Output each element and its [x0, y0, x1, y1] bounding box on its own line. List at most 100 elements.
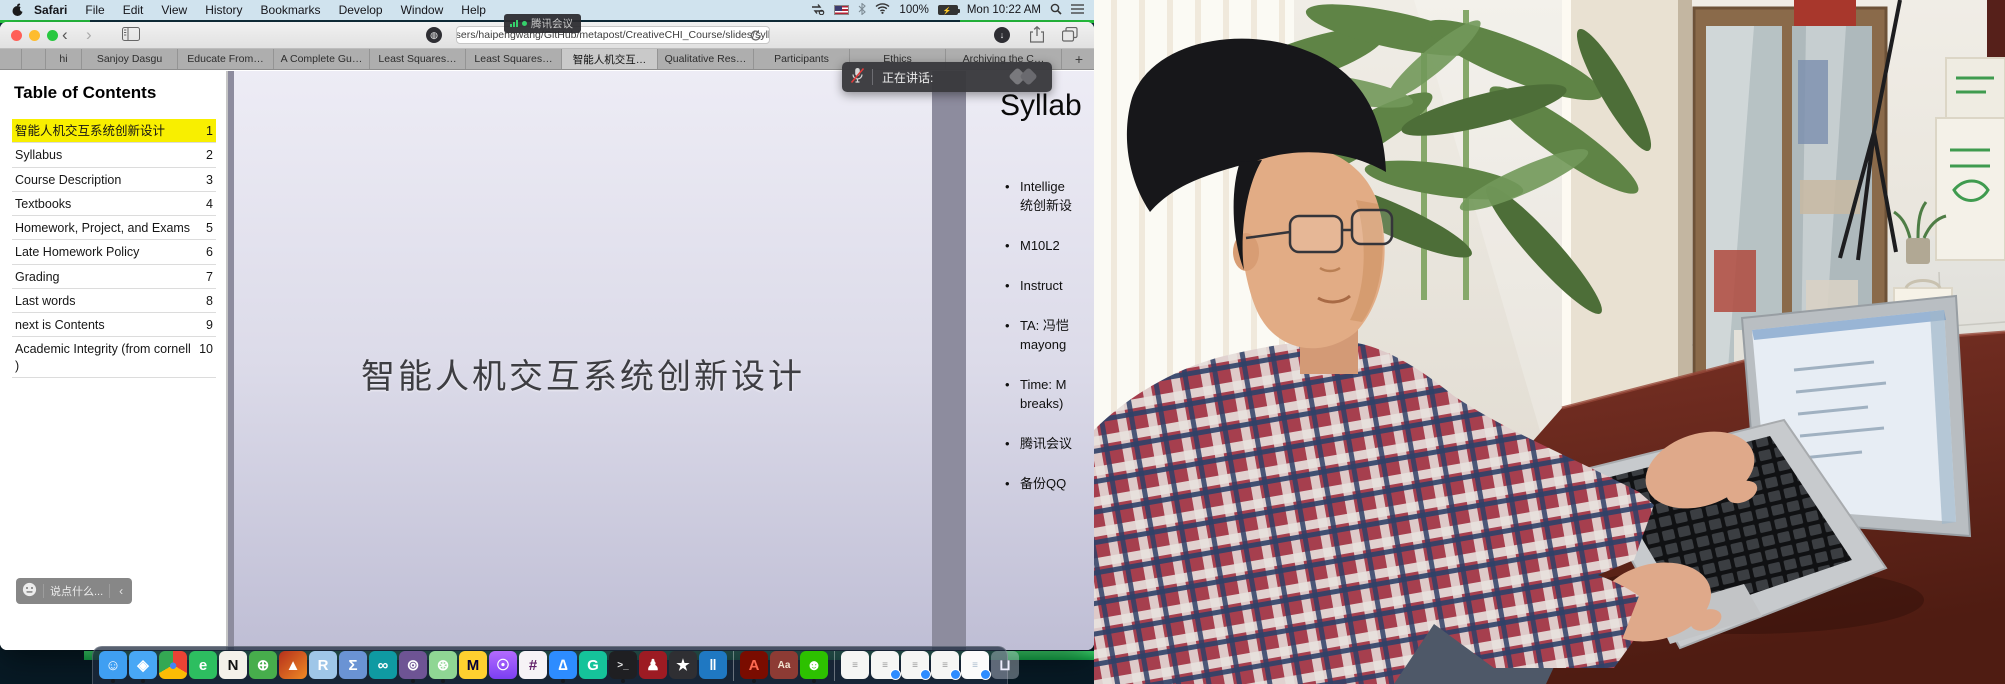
- dock-doc-thumb-1-icon[interactable]: ≡: [841, 651, 869, 679]
- microphone-muted-icon[interactable]: [850, 67, 865, 87]
- browser-tab-3[interactable]: Sanjoy Dasgu: [82, 49, 178, 69]
- meeting-floating-bar[interactable]: 腾讯会议: [504, 14, 581, 33]
- toc-item-9[interactable]: next is Contents9: [12, 313, 216, 337]
- shared-desktop: SafariFileEditViewHistoryBookmarksDevelo…: [0, 0, 1094, 684]
- browser-tab-6[interactable]: Least Squares…: [370, 49, 466, 69]
- new-tab-button[interactable]: +: [1064, 49, 1094, 69]
- toc-item-1[interactable]: 智能人机交互系统创新设计1: [12, 119, 216, 143]
- dock-doc-thumb-4-icon[interactable]: ≡: [931, 651, 959, 679]
- menu-file[interactable]: File: [76, 3, 113, 17]
- dock-mendeley-icon[interactable]: ♟: [639, 651, 667, 679]
- current-slide[interactable]: 智能人机交互系统创新设计: [234, 71, 932, 650]
- dock-trash-icon[interactable]: ⊔: [991, 651, 1019, 679]
- dock-github-desktop-icon[interactable]: ⊚: [399, 651, 427, 679]
- browser-tab-7[interactable]: Least Squares…: [466, 49, 562, 69]
- toc-item-page: 4: [206, 196, 213, 212]
- dock-wechat-icon[interactable]: ☻: [800, 651, 828, 679]
- toc-item-page: 6: [206, 244, 213, 260]
- dock-matlab-icon[interactable]: ▲: [279, 651, 307, 679]
- dock-evernote-icon[interactable]: e: [189, 651, 217, 679]
- next-slide-bullet-4: Time: M breaks): [1020, 375, 1072, 413]
- dock-safari-icon[interactable]: ◈: [129, 651, 157, 679]
- apple-menu-icon[interactable]: [11, 3, 24, 17]
- dock-star-app-icon[interactable]: ★: [669, 651, 697, 679]
- dock-terminal-icon[interactable]: >_: [609, 651, 637, 679]
- browser-tab-stub[interactable]: [0, 49, 22, 69]
- toc-item-page: 8: [206, 293, 213, 309]
- menu-safari[interactable]: Safari: [24, 3, 76, 17]
- toc-item-label: Academic Integrity (from cornell ): [15, 341, 191, 374]
- share-icon[interactable]: [1030, 26, 1044, 48]
- dock-podcasts-icon[interactable]: ☉: [489, 651, 517, 679]
- sidebar-toggle-icon[interactable]: [122, 27, 140, 46]
- dock-grammarly-icon[interactable]: G: [579, 651, 607, 679]
- next-slide-bullet-5: 腾讯会议: [1020, 434, 1072, 453]
- toc-item-5[interactable]: Homework, Project, and Exams5: [12, 216, 216, 240]
- dock-atom-green-icon[interactable]: ⊛: [429, 651, 457, 679]
- back-button[interactable]: ‹: [62, 23, 68, 47]
- toc-item-4[interactable]: Textbooks4: [12, 192, 216, 216]
- dock-miro-icon[interactable]: M: [459, 651, 487, 679]
- browser-tab-8[interactable]: 智能人机交互…: [562, 49, 658, 69]
- extension-icon[interactable]: ◍: [426, 27, 442, 43]
- menu-help[interactable]: Help: [452, 3, 495, 17]
- menu-bookmarks[interactable]: Bookmarks: [252, 3, 330, 17]
- toc-item-10[interactable]: Academic Integrity (from cornell )10: [12, 337, 216, 378]
- toc-item-7[interactable]: Grading7: [12, 265, 216, 289]
- reload-icon[interactable]: [750, 29, 762, 47]
- menu-history[interactable]: History: [196, 3, 251, 17]
- dock-arduino-icon[interactable]: ∞: [369, 651, 397, 679]
- browser-tab-10[interactable]: Participants: [754, 49, 850, 69]
- dock-doc-thumb-2-icon[interactable]: ≡: [871, 651, 899, 679]
- toc-item-8[interactable]: Last words8: [12, 289, 216, 313]
- browser-tab-9[interactable]: Qualitative Res…: [658, 49, 754, 69]
- dock-doc-thumb-5-icon[interactable]: ≡: [961, 651, 989, 679]
- toc-item-6[interactable]: Late Homework Policy6: [12, 240, 216, 264]
- dock-chrome-icon[interactable]: ●: [159, 651, 187, 679]
- close-window-button[interactable]: [11, 30, 22, 41]
- dock-trello-icon[interactable]: ‖: [699, 651, 727, 679]
- dock-dictionary-icon[interactable]: Aa: [770, 651, 798, 679]
- safari-window: ‹ › ◍ file:///Users/haipengwang/GitHub/m…: [0, 22, 1094, 650]
- download-extension-icon[interactable]: ↓: [994, 27, 1010, 43]
- dock-r-stats-icon[interactable]: R: [309, 651, 337, 679]
- menu-bar-clock[interactable]: Mon 10:22 AM: [967, 4, 1041, 16]
- menu-view[interactable]: View: [152, 3, 196, 17]
- meeting-chat-pill[interactable]: 说点什么... ‹: [16, 578, 132, 604]
- next-slide[interactable]: Syllab Intellige 统创新设M10L2InstructTA: 冯恺…: [966, 71, 1094, 650]
- chat-collapse-chevron[interactable]: ‹: [116, 584, 126, 598]
- meeting-pill-label: 腾讯会议: [531, 16, 573, 31]
- toc-item-2[interactable]: Syllabus2: [12, 143, 216, 167]
- dock-latex-icon[interactable]: Σ: [339, 651, 367, 679]
- smiley-icon[interactable]: [22, 582, 37, 600]
- zoom-window-button[interactable]: [47, 30, 58, 41]
- dock-notion-icon[interactable]: N: [219, 651, 247, 679]
- menu-list-icon[interactable]: [1071, 3, 1084, 17]
- show-tabs-icon[interactable]: [1062, 27, 1078, 47]
- bluetooth-icon[interactable]: [858, 3, 866, 18]
- menu-develop[interactable]: Develop: [330, 3, 392, 17]
- forward-button[interactable]: ›: [86, 23, 92, 47]
- spotlight-icon[interactable]: [1050, 3, 1062, 18]
- browser-tab-2[interactable]: hi: [46, 49, 82, 69]
- browser-tab-5[interactable]: A Complete Gu…: [274, 49, 370, 69]
- current-slide-title: 智能人机交互系统创新设计: [234, 349, 932, 398]
- browser-tab-stub[interactable]: [22, 49, 46, 69]
- toc-item-3[interactable]: Course Description3: [12, 168, 216, 192]
- speaking-label: 正在讲话:: [882, 69, 933, 86]
- dock-graph-tool-icon[interactable]: ⊕: [249, 651, 277, 679]
- menu-window[interactable]: Window: [392, 3, 453, 17]
- menu-edit[interactable]: Edit: [114, 3, 153, 17]
- chat-input-placeholder[interactable]: 说点什么...: [50, 583, 103, 599]
- wifi-icon[interactable]: [875, 3, 890, 17]
- minimize-window-button[interactable]: [29, 30, 40, 41]
- dock-tencent-meeting-icon[interactable]: ∆: [549, 651, 577, 679]
- speaking-indicator-bar[interactable]: 正在讲话:: [842, 62, 1052, 92]
- dock-acrobat-icon[interactable]: A: [740, 651, 768, 679]
- dock-slack-icon[interactable]: #: [519, 651, 547, 679]
- dock-finder-icon[interactable]: ☺: [99, 651, 127, 679]
- input-language-flag-icon[interactable]: [834, 5, 849, 15]
- browser-tab-4[interactable]: Educate From…: [178, 49, 274, 69]
- dock-doc-thumb-3-icon[interactable]: ≡: [901, 651, 929, 679]
- input-sync-icon[interactable]: [810, 3, 825, 18]
